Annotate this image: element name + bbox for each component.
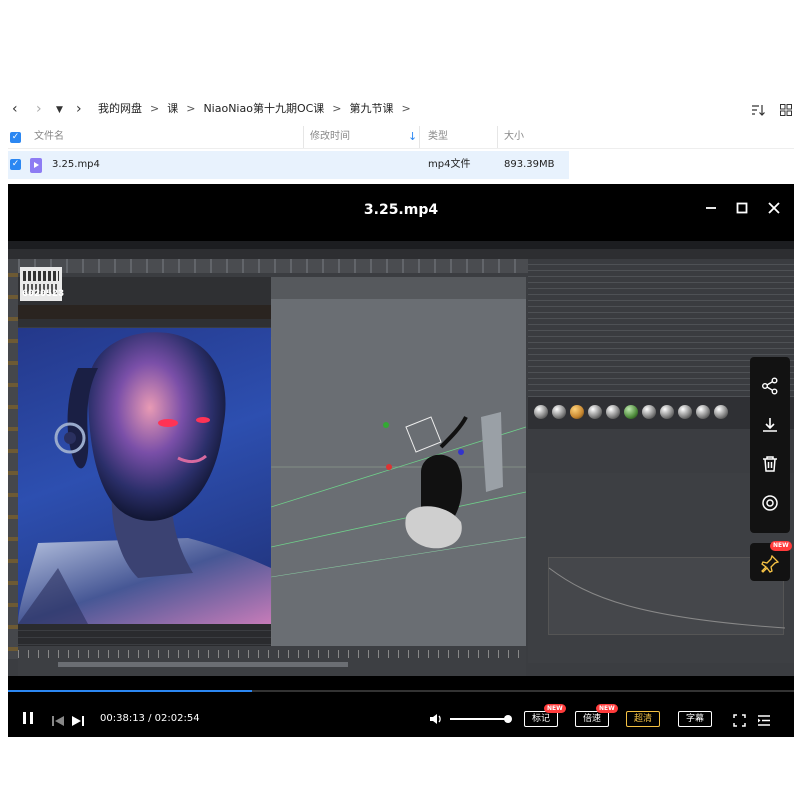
material-ball xyxy=(696,405,710,419)
breadcrumb-separator: > xyxy=(150,102,160,115)
navigation-bar: ‹ › ▼ › 我的网盘 > 课 > NiaoNiao第十九期OC课 > 第九节课 > xyxy=(0,99,800,121)
file-type: mp4文件 xyxy=(428,159,471,170)
video-app-toolbar xyxy=(8,259,528,273)
grid-view-icon[interactable] xyxy=(780,104,792,120)
curve-graph xyxy=(548,557,786,635)
subtitle-button[interactable]: 字幕 xyxy=(678,711,712,727)
breadcrumb-separator: > xyxy=(401,102,411,115)
screen: ‹ › ▼ › 我的网盘 > 课 > NiaoNiao第十九期OC课 > 第九节课 > ✓ 文… xyxy=(0,0,800,800)
next-icon[interactable] xyxy=(72,712,84,731)
speed-button[interactable]: 倍速 xyxy=(575,711,609,727)
video-file-icon xyxy=(30,158,42,173)
material-ball xyxy=(714,405,728,419)
pin-icon xyxy=(761,555,779,573)
material-ball xyxy=(606,405,620,419)
current-time: 00:38:13 xyxy=(100,713,145,724)
volume-icon[interactable] xyxy=(429,711,443,730)
select-all-checkbox[interactable]: ✓ xyxy=(10,132,21,143)
timeline-ticks xyxy=(18,650,526,658)
video-app-side-tools xyxy=(8,259,18,659)
video-player: 3.25.mp4 6020523 00:38:13 / 02:02:54 标记 … xyxy=(8,184,794,737)
delete-icon[interactable] xyxy=(750,445,790,483)
progress-fill xyxy=(8,690,252,692)
row-checkbox[interactable]: ✓ xyxy=(10,159,21,170)
fullscreen-icon[interactable] xyxy=(733,712,746,731)
column-divider xyxy=(303,126,304,148)
file-size: 893.39MB xyxy=(504,159,555,170)
material-ball xyxy=(642,405,656,419)
render-status-strip xyxy=(18,305,271,319)
sort-icon[interactable] xyxy=(751,104,765,120)
playback-time: 00:38:13 / 02:02:54 xyxy=(100,712,200,726)
duration: 02:02:54 xyxy=(154,713,200,724)
breadcrumb-separator: > xyxy=(186,102,196,115)
material-ball xyxy=(624,405,638,419)
close-icon[interactable] xyxy=(768,198,780,223)
3d-viewport xyxy=(271,277,526,652)
new-badge: NEW xyxy=(544,704,566,713)
crumb-chevron-icon: › xyxy=(76,101,82,117)
breadcrumb-item[interactable]: 我的网盘 xyxy=(98,102,142,115)
progress-bar[interactable] xyxy=(8,690,794,692)
column-modified[interactable]: 修改时间 xyxy=(310,125,350,149)
view-options xyxy=(741,101,792,120)
volume-slider-knob[interactable] xyxy=(504,715,512,723)
video-app-menubar xyxy=(8,249,794,259)
breadcrumb-separator: > xyxy=(332,102,342,115)
render-figure xyxy=(18,332,271,624)
column-type[interactable]: 类型 xyxy=(428,125,448,149)
new-badge: NEW xyxy=(770,541,792,551)
column-divider xyxy=(419,126,420,148)
material-ball xyxy=(570,405,584,419)
material-ball xyxy=(588,405,602,419)
pause-icon[interactable] xyxy=(22,710,34,729)
breadcrumb: 我的网盘 > 课 > NiaoNiao第十九期OC课 > 第九节课 > xyxy=(98,100,419,118)
target-icon[interactable] xyxy=(750,484,790,522)
quality-button[interactable]: 超清 xyxy=(626,711,660,727)
material-ball xyxy=(534,405,548,419)
breadcrumb-item[interactable]: NiaoNiao第十九期OC课 xyxy=(203,102,324,115)
forward-icon[interactable]: › xyxy=(36,100,42,118)
file-table-header: ✓ 文件名 修改时间 ↓ 类型 大小 xyxy=(8,125,794,149)
column-size[interactable]: 大小 xyxy=(504,125,524,149)
breadcrumb-item[interactable]: 课 xyxy=(167,102,178,115)
maximize-icon[interactable] xyxy=(736,198,748,223)
bookmark-button[interactable]: 标记 xyxy=(524,711,558,727)
frame-stamp: 6020523 xyxy=(22,289,65,300)
viewport-scene xyxy=(271,337,526,652)
material-ball xyxy=(660,405,674,419)
table-row[interactable]: ✓ 3.25.mp4 mp4文件 893.39MB xyxy=(8,151,569,179)
minimize-icon[interactable] xyxy=(705,198,717,223)
video-app-timeline xyxy=(18,646,526,676)
video-frame[interactable]: 6020523 xyxy=(8,241,794,676)
timeline-bar xyxy=(58,662,348,667)
player-title: 3.25.mp4 xyxy=(363,202,439,218)
video-window-bar xyxy=(8,241,794,249)
material-ball xyxy=(552,405,566,419)
sort-desc-icon[interactable]: ↓ xyxy=(408,125,417,149)
history-dropdown-icon[interactable]: ▼ xyxy=(56,101,63,119)
new-badge: NEW xyxy=(596,704,618,713)
column-divider xyxy=(497,126,498,148)
playlist-icon[interactable] xyxy=(757,712,771,731)
share-icon[interactable] xyxy=(750,367,790,405)
column-name[interactable]: 文件名 xyxy=(34,125,64,149)
back-icon[interactable]: ‹ xyxy=(12,100,18,118)
render-preview xyxy=(18,328,271,624)
breadcrumb-item-current[interactable]: 第九节课 xyxy=(350,102,394,115)
volume-slider[interactable] xyxy=(450,718,508,720)
download-icon[interactable] xyxy=(750,406,790,444)
file-name[interactable]: 3.25.mp4 xyxy=(52,151,100,179)
material-ball xyxy=(678,405,692,419)
previous-icon[interactable] xyxy=(52,712,64,731)
